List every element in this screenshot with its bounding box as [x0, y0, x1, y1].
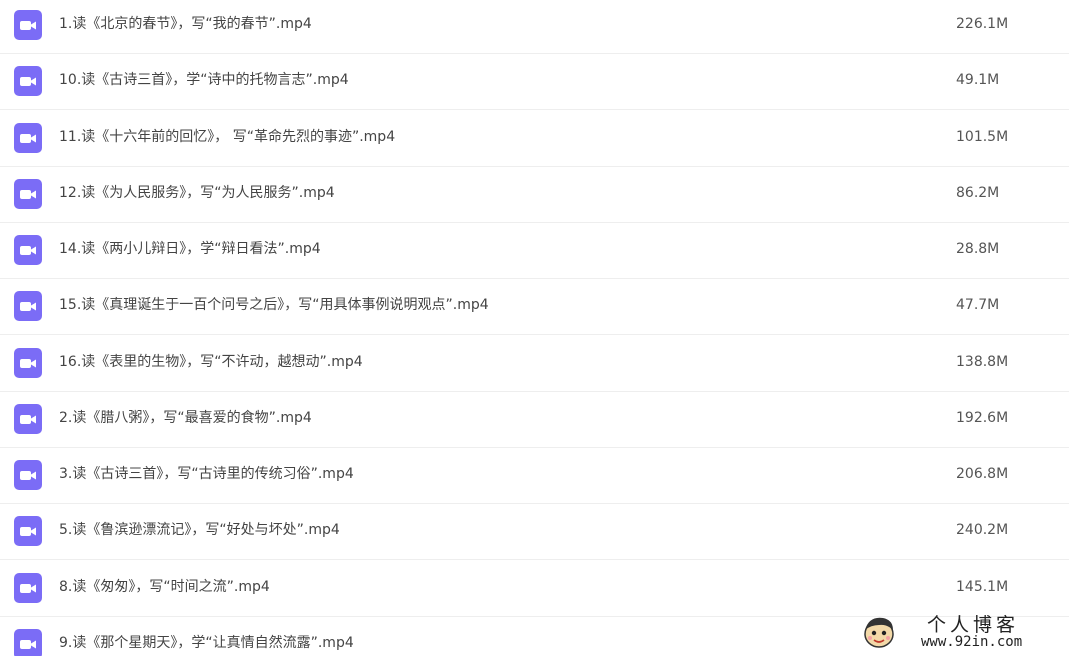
- video-file-icon: [14, 460, 42, 490]
- file-name: 11.读《十六年前的回忆》， 写“革命先烈的事迹”.mp4: [59, 129, 396, 145]
- file-list: 1.读《北京的春节》，写“我的春节”.mp4 226.1M 10.读《古诗三首》…: [0, 0, 1069, 656]
- file-size: 226.1M: [956, 16, 1009, 32]
- video-file-icon: [14, 291, 42, 321]
- file-row[interactable]: 12.读《为人民服务》，写“为人民服务”.mp4 86.2M: [0, 167, 1069, 223]
- file-row[interactable]: 15.读《真理诞生于一百个问号之后》，写“用具体事例说明观点”.mp4 47.7…: [0, 279, 1069, 335]
- file-size: 240.2M: [956, 522, 1009, 538]
- file-name: 16.读《表里的生物》，写“不许动，越想动”.mp4: [59, 354, 363, 370]
- file-name: 1.读《北京的春节》，写“我的春节”.mp4: [59, 16, 312, 32]
- file-name: 2.读《腊八粥》，写“最喜爱的食物”.mp4: [59, 410, 312, 426]
- file-row[interactable]: 10.读《古诗三首》，学“诗中的托物言志”.mp4 49.1M: [0, 54, 1069, 110]
- file-name: 15.读《真理诞生于一百个问号之后》，写“用具体事例说明观点”.mp4: [59, 297, 489, 313]
- watermark-url: www.92in.com: [921, 634, 1023, 650]
- file-size: 49.1M: [956, 72, 1000, 88]
- file-size: 47.7M: [956, 297, 1000, 313]
- file-name: 14.读《两小儿辩日》，学“辩日看法”.mp4: [59, 241, 321, 257]
- cartoon-face-icon: [864, 617, 894, 648]
- video-file-icon: [14, 123, 42, 153]
- file-size: 192.6M: [956, 410, 1009, 426]
- video-file-icon: [14, 573, 42, 603]
- file-row[interactable]: 16.读《表里的生物》，写“不许动，越想动”.mp4 138.8M: [0, 336, 1069, 392]
- file-size: 206.8M: [956, 466, 1009, 482]
- file-row[interactable]: 3.读《古诗三首》，写“古诗里的传统习俗”.mp4 206.8M: [0, 448, 1069, 504]
- file-row[interactable]: 5.读《鲁滨逊漂流记》，写“好处与坏处”.mp4 240.2M: [0, 504, 1069, 560]
- file-row[interactable]: 11.读《十六年前的回忆》， 写“革命先烈的事迹”.mp4 101.5M: [0, 111, 1069, 167]
- video-file-icon: [14, 66, 42, 96]
- file-row[interactable]: 1.读《北京的春节》，写“我的春节”.mp4 226.1M: [0, 0, 1069, 54]
- video-file-icon: [14, 10, 42, 40]
- file-size: 138.8M: [956, 354, 1009, 370]
- file-size: 101.5M: [956, 129, 1009, 145]
- file-row[interactable]: 2.读《腊八粥》，写“最喜爱的食物”.mp4 192.6M: [0, 392, 1069, 448]
- file-size: 28.8M: [956, 241, 1000, 257]
- file-row[interactable]: 14.读《两小儿辩日》，学“辩日看法”.mp4 28.8M: [0, 223, 1069, 279]
- file-name: 10.读《古诗三首》，学“诗中的托物言志”.mp4: [59, 72, 349, 88]
- video-file-icon: [14, 179, 42, 209]
- video-file-icon: [14, 629, 42, 656]
- video-file-icon: [14, 348, 42, 378]
- file-row[interactable]: 8.读《匆匆》，写“时间之流”.mp4 145.1M: [0, 561, 1069, 617]
- file-name: 9.读《那个星期天》，学“让真情自然流露”.mp4: [59, 635, 354, 651]
- blog-watermark: 个人博客 www.92in.com: [861, 610, 1057, 656]
- file-name: 12.读《为人民服务》，写“为人民服务”.mp4: [59, 185, 335, 201]
- video-file-icon: [14, 516, 42, 546]
- file-name: 5.读《鲁滨逊漂流记》，写“好处与坏处”.mp4: [59, 522, 340, 538]
- file-size: 86.2M: [956, 185, 1000, 201]
- file-name: 3.读《古诗三首》，写“古诗里的传统习俗”.mp4: [59, 466, 354, 482]
- watermark-title: 个人博客: [927, 614, 1020, 636]
- video-file-icon: [14, 404, 42, 434]
- file-name: 8.读《匆匆》，写“时间之流”.mp4: [59, 579, 270, 595]
- video-file-icon: [14, 235, 42, 265]
- file-size: 145.1M: [956, 579, 1009, 595]
